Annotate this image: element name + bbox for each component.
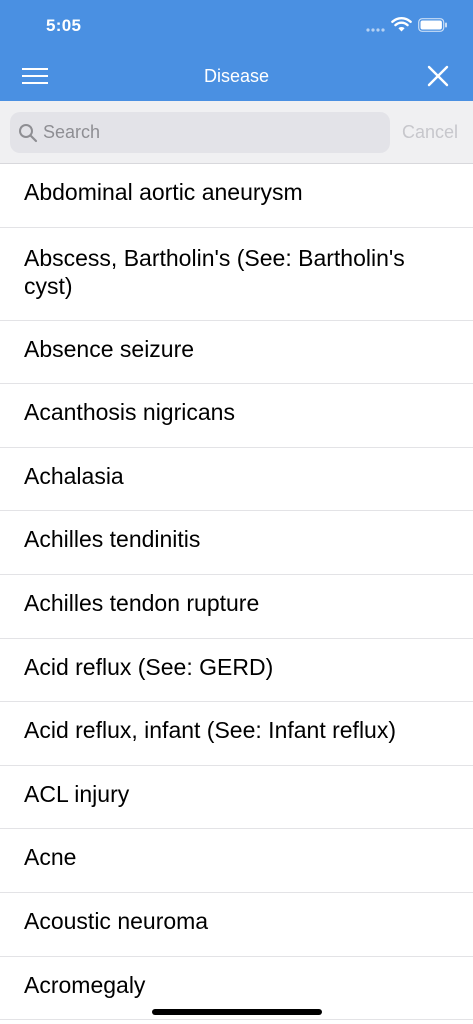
battery-icon <box>418 18 447 32</box>
signal-icon <box>366 28 385 32</box>
list-item[interactable]: Absence seizure <box>0 321 473 385</box>
list-item[interactable]: Acanthosis nigricans <box>0 384 473 448</box>
list-item[interactable]: Achilles tendinitis <box>0 511 473 575</box>
list-item[interactable]: Achilles tendon rupture <box>0 575 473 639</box>
list-item[interactable]: Acid reflux (See: GERD) <box>0 639 473 703</box>
search-field[interactable] <box>10 112 390 153</box>
list-item[interactable]: Abscess, Bartholin's (See: Bartholin's c… <box>0 228 473 321</box>
search-icon <box>19 124 38 143</box>
list-item[interactable]: Acid reflux, infant (See: Infant reflux) <box>0 702 473 766</box>
close-icon <box>427 65 449 87</box>
search-input[interactable] <box>43 112 378 153</box>
close-button[interactable] <box>420 58 456 94</box>
wifi-icon <box>391 17 412 32</box>
disease-list: Abdominal aortic aneurysm Abscess, Barth… <box>0 164 473 1021</box>
disease-list-screen: 5:05 Disease Search Cancel Abdominal aor… <box>0 0 473 1024</box>
list-item[interactable]: ACL injury <box>0 766 473 830</box>
list-item[interactable]: Achalasia <box>0 448 473 512</box>
status-time: 5:05 <box>46 16 82 35</box>
list-item[interactable]: Acne <box>0 829 473 893</box>
search-bar: Cancel <box>0 101 473 164</box>
list-item[interactable]: Abdominal aortic aneurysm <box>0 164 473 228</box>
header: 5:05 Disease <box>0 0 473 101</box>
home-indicator[interactable] <box>152 1009 322 1015</box>
page-title: Disease <box>203 66 270 86</box>
list-item[interactable]: Acoustic neuroma <box>0 893 473 957</box>
cancel-button[interactable]: Cancel <box>402 122 458 143</box>
